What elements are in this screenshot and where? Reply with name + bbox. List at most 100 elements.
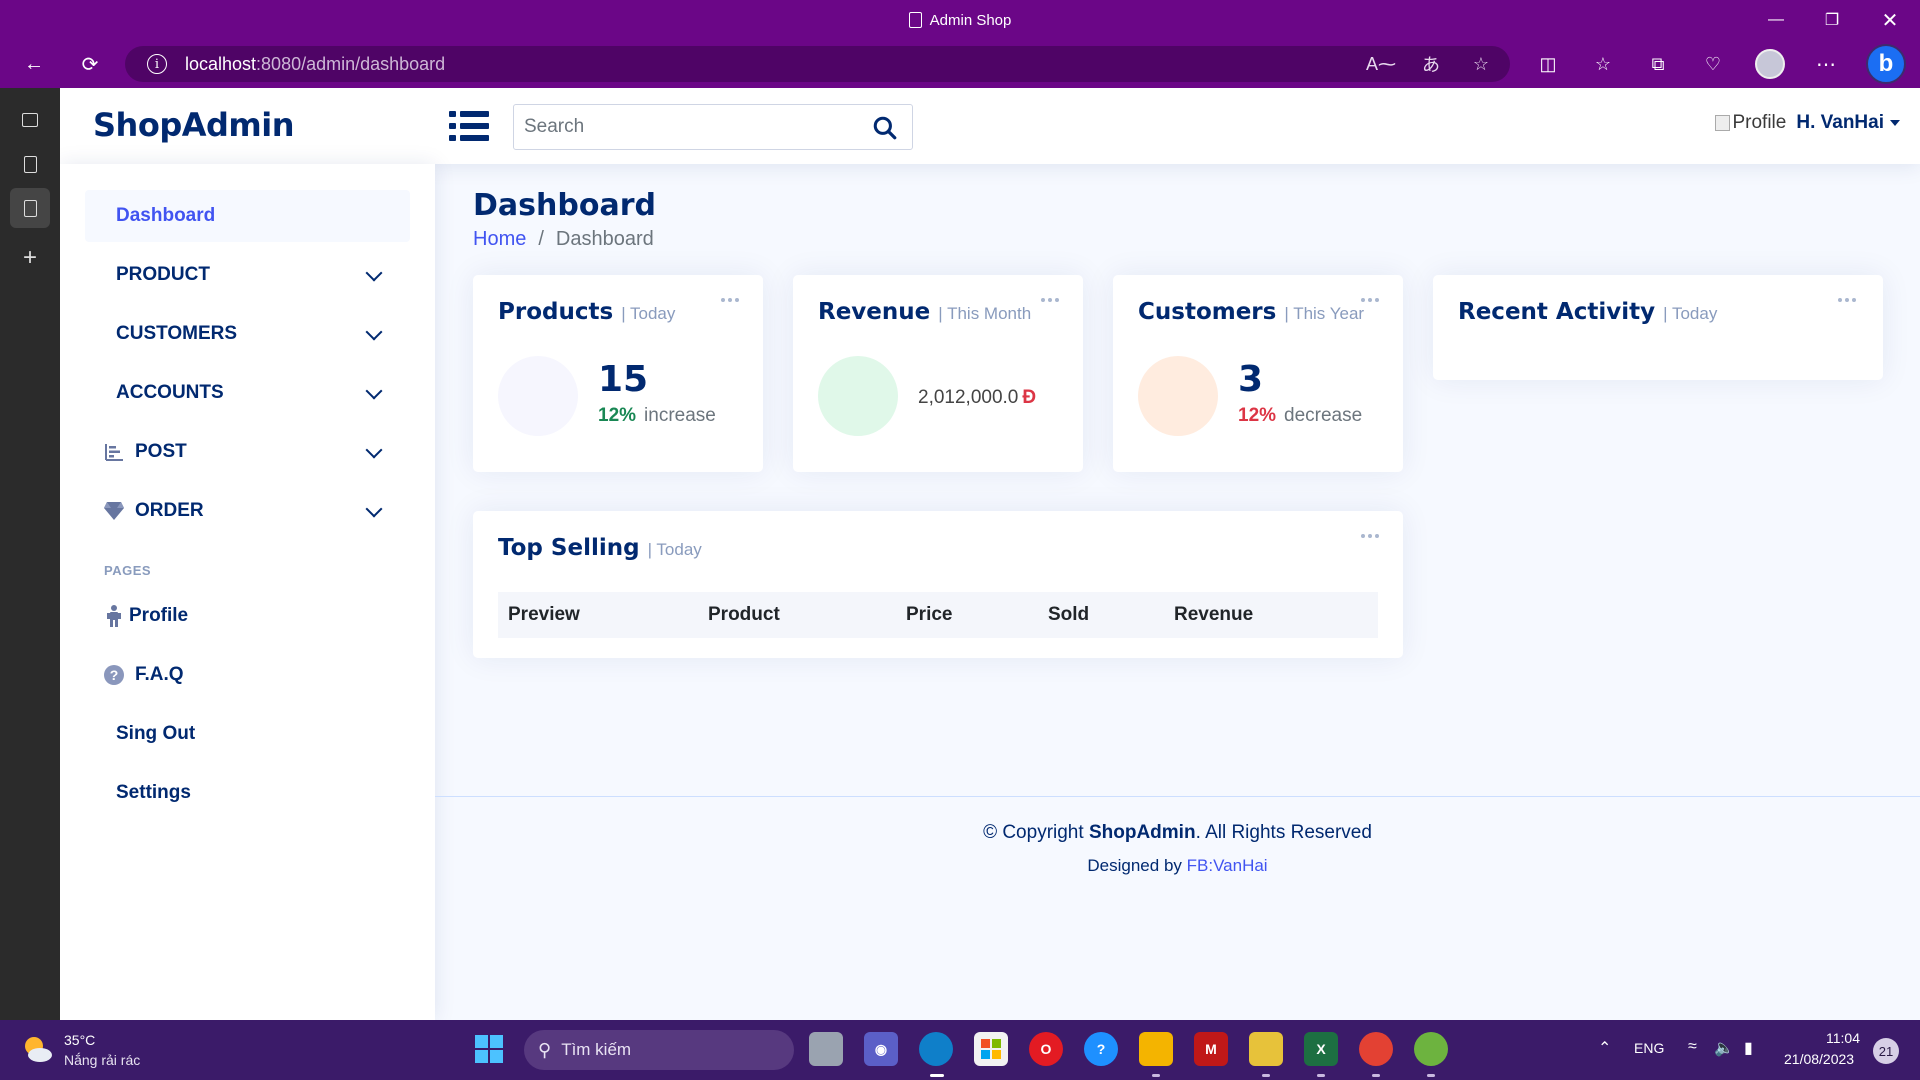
browser-toolbar: ← ⟳ i localhost:8080/admin/dashboard A⁓ … (0, 40, 1920, 88)
search-icon[interactable] (872, 115, 898, 141)
teams-meet-icon[interactable]: ◉ (864, 1032, 898, 1066)
search-icon: ⚲ (538, 1039, 552, 1060)
bar-chart-icon (103, 441, 125, 463)
more-menu-icon[interactable]: ⋯ (1808, 48, 1844, 80)
customers-change: 12% decrease (1238, 405, 1363, 426)
file-explorer-icon[interactable] (1139, 1032, 1173, 1066)
address-bar[interactable]: i localhost:8080/admin/dashboard A⁓ あ ☆ (125, 46, 1510, 82)
revenue-value: 2,012,000.0 Đ (918, 387, 1037, 408)
column-header[interactable]: Price (906, 604, 952, 626)
column-header[interactable]: Revenue (1174, 604, 1253, 626)
store-icon[interactable] (974, 1032, 1008, 1066)
window-title-text: Admin Shop (929, 11, 1012, 29)
battery-icon[interactable]: ▮ (1744, 1038, 1753, 1058)
card-title: Products | Today (498, 299, 676, 325)
column-header[interactable]: Product (708, 604, 780, 626)
app-icon[interactable] (1249, 1032, 1283, 1066)
column-header[interactable]: Sold (1048, 604, 1089, 626)
toggle-sidebar-icon[interactable] (449, 109, 489, 143)
info-icon[interactable]: i (147, 54, 167, 74)
language-indicator[interactable]: ENG (1634, 1040, 1664, 1056)
tab-page-1[interactable] (10, 144, 50, 184)
wifi-icon[interactable]: ≈ (1688, 1038, 1697, 1056)
top-selling-card: Top Selling | Today Preview Product Pric… (473, 511, 1403, 658)
card-title: Customers | This Year (1138, 299, 1365, 325)
weather-icon[interactable] (20, 1032, 54, 1066)
refresh-button[interactable]: ⟳ (72, 48, 108, 80)
favorites-icon[interactable]: ☆ (1585, 48, 1621, 80)
sidebar-item-post[interactable]: POST (85, 426, 410, 478)
search-input[interactable] (514, 116, 854, 138)
sidebar-item-order[interactable]: ORDER (85, 485, 410, 537)
minimize-button[interactable]: — (1748, 0, 1804, 40)
revenue-card: Revenue | This Month 2,012,000.0 Đ (793, 275, 1083, 472)
notification-count-badge[interactable]: 21 (1873, 1038, 1899, 1064)
broken-image-icon (1715, 115, 1731, 131)
more-options-icon[interactable] (718, 293, 742, 307)
new-tab-plus-icon[interactable]: + (10, 238, 50, 278)
more-options-icon[interactable] (1835, 293, 1859, 307)
edge-browser-icon[interactable] (919, 1032, 953, 1066)
sidebar-item-customers[interactable]: CUSTOMERS (85, 308, 410, 360)
sidebar-item-label: F.A.Q (135, 664, 184, 685)
clock-time[interactable]: 11:04 (1826, 1030, 1860, 1046)
help-icon[interactable]: ? (1084, 1032, 1118, 1066)
tab-page-active[interactable] (10, 188, 50, 228)
sidebar-item-label: Settings (116, 782, 191, 803)
mcafee-icon[interactable]: M (1194, 1032, 1228, 1066)
logo[interactable]: ShopAdmin (93, 106, 294, 144)
user-dropdown[interactable]: Profile H. VanHai (1715, 112, 1900, 134)
window-title: Admin Shop (0, 0, 1920, 40)
back-button[interactable]: ← (16, 48, 52, 80)
bing-copilot-button[interactable]: b (1866, 44, 1906, 84)
column-header[interactable]: Preview (508, 604, 580, 626)
taskbar-search-label: Tìm kiếm (561, 1040, 632, 1059)
products-change: 12% increase (598, 405, 716, 426)
sidebar-item-settings[interactable]: Settings (85, 767, 410, 819)
close-window-button[interactable]: ✕ (1862, 0, 1918, 40)
weather-description[interactable]: Nắng rải rác (64, 1052, 140, 1068)
volume-icon[interactable]: 🔈 (1714, 1038, 1734, 1058)
sidebar-item-accounts[interactable]: ACCOUNTS (85, 367, 410, 419)
restore-button[interactable]: ❐ (1804, 0, 1860, 40)
taskbar-search[interactable]: ⚲ Tìm kiếm (524, 1030, 794, 1070)
more-options-icon[interactable] (1358, 529, 1382, 543)
weather-temperature[interactable]: 35°C (64, 1032, 95, 1048)
task-view-icon[interactable] (809, 1032, 843, 1066)
sidebar-item-dashboard[interactable]: Dashboard (85, 190, 410, 242)
taskbar: 35°C Nắng rải rác ⚲ Tìm kiếm ◉ O ? M X ⌃… (0, 1020, 1920, 1080)
recent-activity-card: Recent Activity | Today (1433, 275, 1883, 380)
more-options-icon[interactable] (1038, 293, 1062, 307)
opera-icon[interactable]: O (1029, 1032, 1063, 1066)
start-windows-icon[interactable] (472, 1032, 506, 1066)
caret-down-icon[interactable] (1890, 120, 1900, 126)
sidebar-item-sign-out[interactable]: Sing Out (85, 708, 410, 760)
excel-icon[interactable]: X (1304, 1032, 1338, 1066)
sidebar-item-profile[interactable]: Profile (85, 590, 410, 642)
favorite-star-icon[interactable]: ☆ (1467, 52, 1495, 76)
sidebar-item-product[interactable]: PRODUCT (85, 249, 410, 301)
collections-icon[interactable]: ⧉ (1640, 48, 1676, 80)
breadcrumb-home-link[interactable]: Home (473, 228, 526, 251)
user-name[interactable]: H. VanHai (1796, 112, 1884, 134)
read-aloud-icon[interactable]: A⁓ (1366, 52, 1396, 76)
split-screen-icon[interactable]: ◫ (1530, 48, 1566, 80)
browser-profile-avatar[interactable] (1755, 49, 1785, 79)
chevron-down-icon (365, 500, 383, 518)
sidebar-item-faq[interactable]: ? F.A.Q (85, 649, 410, 701)
translate-icon[interactable]: あ (1417, 52, 1445, 76)
clock-date[interactable]: 21/08/2023 (1784, 1051, 1854, 1067)
tray-chevron-up-icon[interactable]: ⌃ (1598, 1038, 1611, 1058)
browser-essentials-icon[interactable]: ♡ (1695, 48, 1731, 80)
more-options-icon[interactable] (1358, 293, 1382, 307)
breadcrumb: Home / Dashboard (473, 228, 654, 251)
sidebar-item-label: ACCOUNTS (116, 382, 224, 403)
chrome-icon[interactable] (1359, 1032, 1393, 1066)
spring-tool-icon[interactable] (1414, 1032, 1448, 1066)
designer-link[interactable]: FB:VanHai (1187, 856, 1268, 875)
tab-actions-icon[interactable] (10, 100, 50, 140)
card-title: Recent Activity | Today (1458, 299, 1718, 325)
main-content: Dashboard Home / Dashboard Products | To… (435, 164, 1920, 1020)
customers-icon-circle (1138, 356, 1218, 436)
vertical-tab-strip: + (0, 88, 60, 1020)
